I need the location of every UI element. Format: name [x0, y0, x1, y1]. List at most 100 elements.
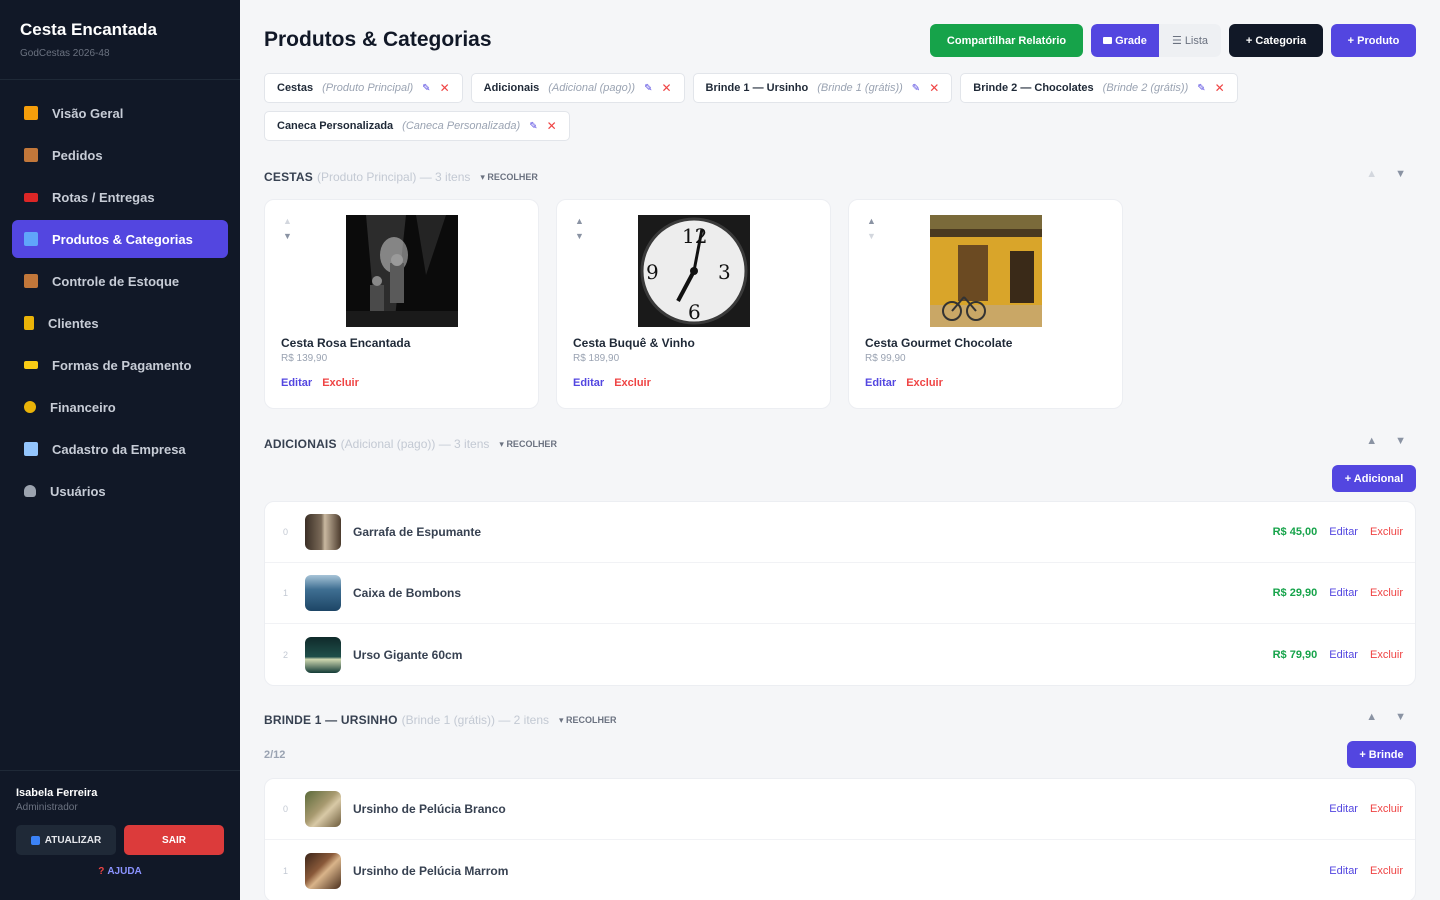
update-button[interactable]: ATUALIZAR [16, 825, 116, 855]
edit-link[interactable]: Editar [281, 377, 312, 389]
collapse-label: RECOLHER [566, 714, 617, 725]
help-link[interactable]: ? AJUDA [16, 866, 224, 877]
close-icon[interactable]: ✕ [929, 81, 939, 95]
chip-role: (Adicional (pago)) [548, 82, 636, 94]
move-up-icon[interactable]: ▲ [1366, 435, 1377, 447]
sidebar-item-usuarios[interactable]: Usuários [12, 472, 228, 510]
close-icon[interactable]: ✕ [440, 81, 450, 95]
grid-view-button[interactable]: Grade [1091, 24, 1159, 57]
sidebar-item-pagamento[interactable]: Formas de Pagamento [12, 346, 228, 384]
sidebar: Cesta Encantada GodCestas 2026-48 Visão … [0, 0, 240, 900]
category-chip[interactable]: Cestas (Produto Principal) ✎ ✕ [264, 73, 463, 103]
list-view-button[interactable]: ☰ Lista [1159, 24, 1221, 57]
collapse-button[interactable]: ▾ RECOLHER [480, 172, 538, 183]
delete-link[interactable]: Excluir [1370, 587, 1403, 599]
collapse-button[interactable]: ▾ RECOLHER [499, 439, 557, 450]
edit-link[interactable]: Editar [865, 377, 896, 389]
move-down-icon[interactable]: ▼ [1395, 168, 1406, 180]
truck-icon [24, 192, 38, 202]
delete-link[interactable]: Excluir [1370, 803, 1403, 815]
move-up-icon[interactable]: ▲ [1366, 168, 1377, 180]
add-product-button[interactable]: + Produto [1331, 24, 1416, 57]
sidebar-item-rotas[interactable]: Rotas / Entregas [12, 178, 228, 216]
sidebar-item-label: Clientes [48, 315, 99, 331]
edit-link[interactable]: Editar [573, 377, 604, 389]
sidebar-item-label: Produtos & Categorias [52, 231, 193, 247]
move-up-icon[interactable]: ▲ [867, 214, 876, 229]
delete-link[interactable]: Excluir [1370, 649, 1403, 661]
delete-link[interactable]: Excluir [1370, 865, 1403, 877]
sidebar-item-pedidos[interactable]: Pedidos [12, 136, 228, 174]
move-down-icon[interactable]: ▼ [1395, 711, 1406, 723]
user-role: Administrador [16, 802, 78, 813]
list-item: 0 Garrafa de Espumante R$ 45,00 Editar E… [265, 502, 1415, 563]
delete-link[interactable]: Excluir [1370, 526, 1403, 538]
edit-link[interactable]: Editar [1329, 803, 1358, 815]
delete-link[interactable]: Excluir [322, 377, 359, 389]
pencil-icon[interactable]: ✎ [422, 83, 430, 94]
move-up-icon[interactable]: ▲ [1366, 711, 1377, 723]
edit-link[interactable]: Editar [1329, 587, 1358, 599]
page-title: Produtos & Categorias [264, 28, 492, 51]
list-item: 1 Caixa de Bombons R$ 29,90 Editar Exclu… [265, 563, 1415, 624]
edit-link[interactable]: Editar [1329, 649, 1358, 661]
product-thumbnail [305, 636, 341, 673]
product-name: Cesta Gourmet Chocolate [865, 336, 1013, 350]
add-brinde-button[interactable]: + Brinde [1347, 741, 1416, 768]
sidebar-item-clientes[interactable]: Clientes [12, 304, 228, 342]
move-down-icon[interactable]: ▼ [575, 229, 584, 244]
collapse-button[interactable]: ▾ RECOLHER [559, 715, 617, 726]
user-name: Isabela Ferreira [16, 787, 98, 799]
product-thumbnail [305, 852, 341, 889]
add-adicional-button[interactable]: + Adicional [1332, 465, 1416, 492]
sidebar-item-label: Visão Geral [52, 105, 124, 121]
pencil-icon[interactable]: ✎ [529, 121, 537, 132]
add-category-button[interactable]: + Categoria [1229, 24, 1323, 57]
pencil-icon[interactable]: ✎ [912, 83, 920, 94]
money-bag-icon [24, 401, 36, 413]
sidebar-item-estoque[interactable]: Controle de Estoque [12, 262, 228, 300]
category-chip[interactable]: Adicionais (Adicional (pago)) ✎ ✕ [470, 73, 685, 103]
section-header-brinde1: BRINDE 1 — URSINHO (Brinde 1 (grátis)) —… [264, 711, 1416, 727]
pencil-icon[interactable]: ✎ [644, 83, 652, 94]
refresh-icon [30, 835, 40, 845]
category-chip[interactable]: Brinde 1 — Ursinho (Brinde 1 (grátis)) ✎… [692, 73, 953, 103]
sidebar-item-empresa[interactable]: Cadastro da Empresa [12, 430, 228, 468]
category-chip[interactable]: Brinde 2 — Chocolates (Brinde 2 (grátis)… [960, 73, 1238, 103]
question-icon: ? [98, 866, 105, 877]
close-icon[interactable]: ✕ [661, 81, 671, 95]
section-meta: (Adicional (pago)) — 3 itens [340, 437, 490, 451]
product-name: Urso Gigante 60cm [353, 647, 463, 662]
move-up-icon[interactable]: ▲ [575, 214, 584, 229]
move-up-icon[interactable]: ▲ [283, 214, 292, 229]
list-item: 0 Ursinho de Pelúcia Branco Editar Exclu… [265, 779, 1415, 840]
box-icon [24, 148, 38, 162]
move-down-icon[interactable]: ▼ [1395, 435, 1406, 447]
sidebar-item-label: Usuários [50, 483, 106, 499]
sidebar-item-financeiro[interactable]: Financeiro [12, 388, 228, 426]
chip-name: Cestas [277, 82, 314, 94]
delete-link[interactable]: Excluir [614, 377, 651, 389]
pencil-icon[interactable]: ✎ [1197, 83, 1205, 94]
product-image: 12 3 6 9 [638, 215, 750, 327]
chip-name: Caneca Personalizada [277, 120, 394, 132]
product-price: R$ 189,90 [573, 353, 620, 364]
edit-link[interactable]: Editar [1329, 526, 1358, 538]
section-header-adicionais: ADICIONAIS (Adicional (pago)) — 3 itens … [264, 435, 1416, 451]
delete-link[interactable]: Excluir [906, 377, 943, 389]
edit-link[interactable]: Editar [1329, 865, 1358, 877]
sidebar-item-produtos[interactable]: Produtos & Categorias [12, 220, 228, 258]
close-icon[interactable]: ✕ [547, 119, 557, 133]
move-down-icon[interactable]: ▼ [867, 229, 876, 244]
sidebar-item-label: Formas de Pagamento [52, 357, 192, 373]
move-down-icon[interactable]: ▼ [283, 229, 292, 244]
category-chip[interactable]: Caneca Personalizada (Caneca Personaliza… [264, 111, 570, 141]
sidebar-item-visao-geral[interactable]: Visão Geral [12, 94, 228, 132]
update-label: ATUALIZAR [44, 834, 102, 846]
close-icon[interactable]: ✕ [1215, 81, 1225, 95]
sidebar-item-label: Financeiro [50, 399, 116, 415]
product-thumbnail [305, 575, 341, 611]
logout-button[interactable]: SAIR [124, 825, 224, 855]
share-report-button[interactable]: Compartilhar Relatório [930, 24, 1083, 57]
box-icon [24, 274, 38, 288]
